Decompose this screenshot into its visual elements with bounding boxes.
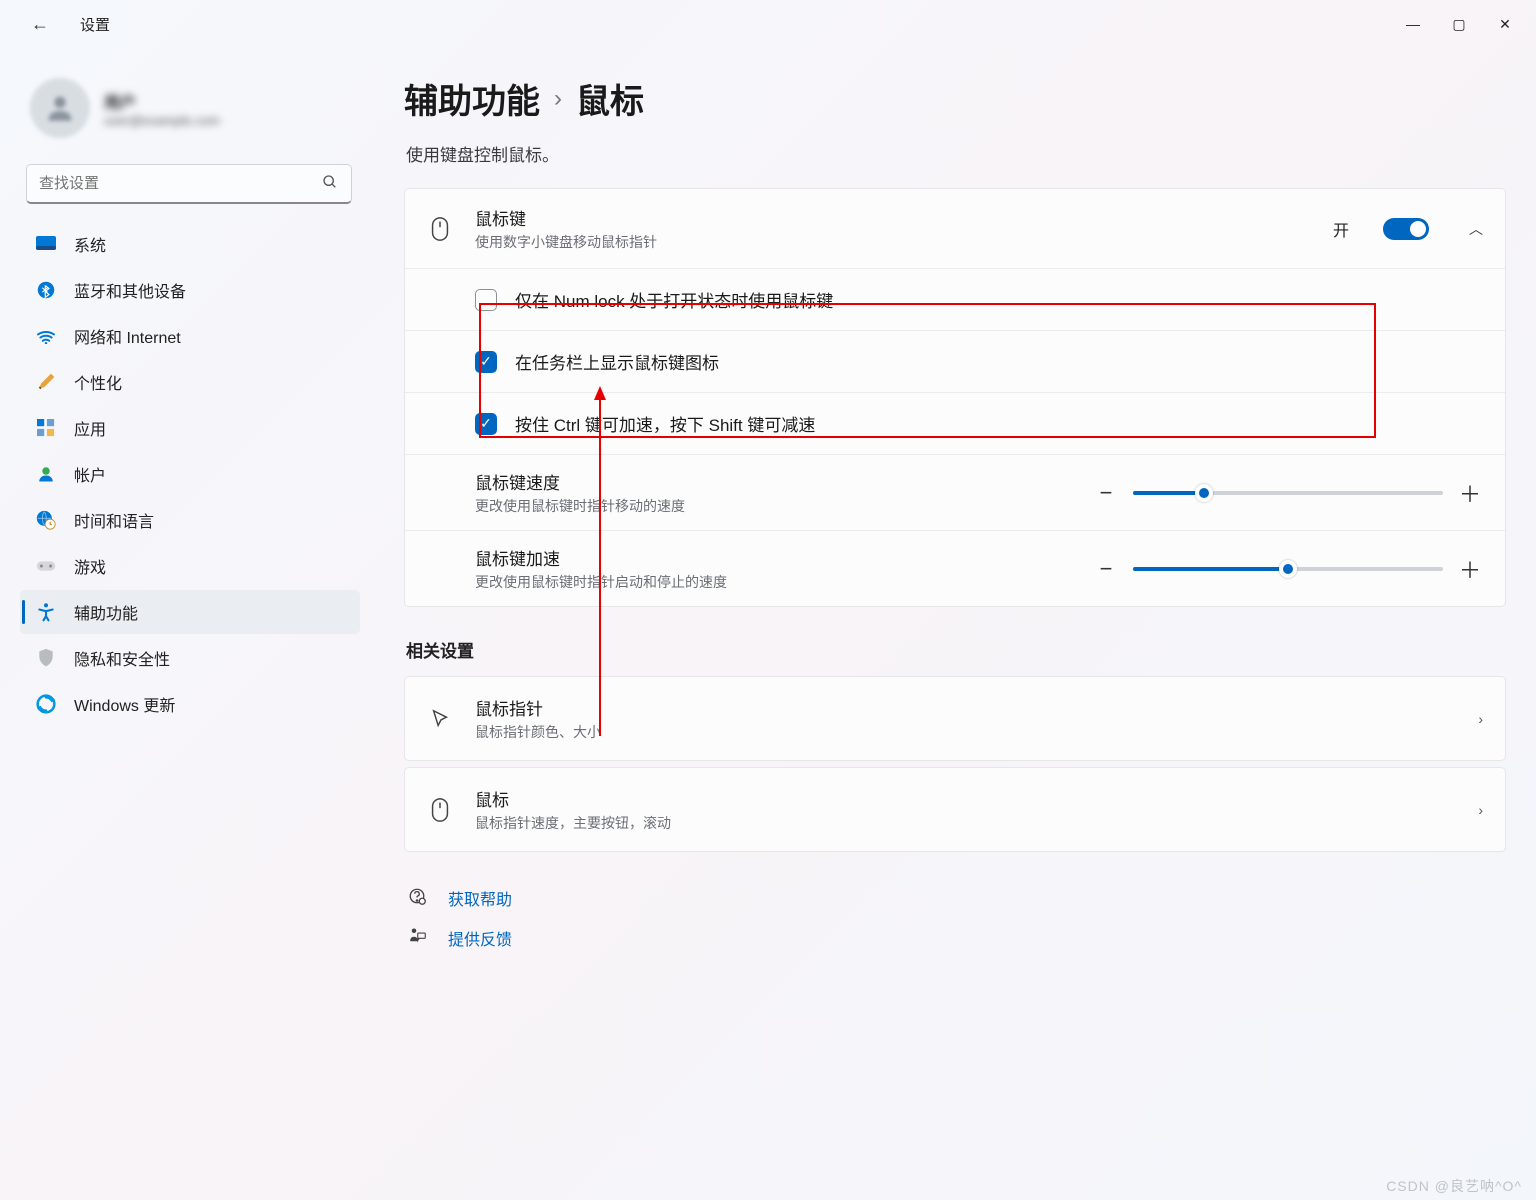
sidebar: 用户 user@example.com 系统 蓝牙和其他设备 网络和 Inter… xyxy=(0,48,370,1200)
ctrl-shift-label: 按住 Ctrl 键可加速，按下 Shift 键可减速 xyxy=(515,411,1483,436)
shield-icon xyxy=(36,648,56,668)
taskbar-row[interactable]: ✓ 在任务栏上显示鼠标键图标 xyxy=(405,330,1505,392)
breadcrumb-current: 鼠标 xyxy=(576,74,644,123)
close-button[interactable]: ✕ xyxy=(1482,8,1528,40)
apps-icon xyxy=(36,418,56,438)
mouse-keys-desc: 使用数字小键盘移动鼠标指针 xyxy=(475,232,1311,252)
chevron-up-icon: ︿ xyxy=(1469,219,1483,239)
get-help-text: 获取帮助 xyxy=(448,886,512,910)
sidebar-item-label: 游戏 xyxy=(74,554,106,578)
feedback-icon xyxy=(408,927,428,950)
breadcrumb: 辅助功能 › 鼠标 xyxy=(404,74,1506,123)
sidebar-item-label: Windows 更新 xyxy=(74,692,175,716)
sidebar-item-label: 帐户 xyxy=(74,462,106,486)
brush-icon xyxy=(36,372,56,392)
sidebar-item-network[interactable]: 网络和 Internet xyxy=(20,314,360,358)
person-icon xyxy=(36,464,56,484)
sidebar-item-bluetooth[interactable]: 蓝牙和其他设备 xyxy=(20,268,360,312)
sidebar-item-label: 辅助功能 xyxy=(74,600,138,624)
profile[interactable]: 用户 user@example.com xyxy=(20,68,360,164)
related-mouse-desc: 鼠标指针速度，主要按钮，滚动 xyxy=(475,813,1456,833)
sidebar-item-privacy[interactable]: 隐私和安全性 xyxy=(20,636,360,680)
app-title: 设置 xyxy=(80,14,110,35)
titlebar: ← 设置 — ▢ ✕ xyxy=(0,0,1536,48)
taskbar-checkbox[interactable]: ✓ xyxy=(475,351,497,373)
breadcrumb-parent[interactable]: 辅助功能 xyxy=(404,74,540,123)
page-subtitle: 使用键盘控制鼠标。 xyxy=(406,141,1506,166)
related-mouse-title: 鼠标 xyxy=(475,786,1456,811)
sidebar-item-accessibility[interactable]: 辅助功能 xyxy=(20,590,360,634)
sidebar-item-apps[interactable]: 应用 xyxy=(20,406,360,450)
numlock-label: 仅在 Num lock 处于打开状态时使用鼠标键 xyxy=(515,287,1483,312)
sidebar-item-label: 应用 xyxy=(74,416,106,440)
accessibility-icon xyxy=(36,602,56,622)
accel-desc: 更改使用鼠标键时指针启动和停止的速度 xyxy=(475,572,1075,592)
bluetooth-icon xyxy=(36,280,56,300)
related-pointer-title: 鼠标指针 xyxy=(475,695,1456,720)
profile-email: user@example.com xyxy=(104,113,220,128)
get-help-link[interactable]: 获取帮助 xyxy=(408,878,1506,918)
speed-title: 鼠标键速度 xyxy=(475,469,1075,494)
minimize-button[interactable]: — xyxy=(1390,8,1436,40)
ctrl-shift-checkbox[interactable]: ✓ xyxy=(475,413,497,435)
toggle-label: 开 xyxy=(1333,217,1349,241)
watermark: CSDN @良艺呐^O^ xyxy=(1386,1176,1522,1196)
related-pointer-desc: 鼠标指针颜色、大小 xyxy=(475,722,1456,742)
accel-title: 鼠标键加速 xyxy=(475,545,1075,570)
related-pointer[interactable]: 鼠标指针 鼠标指针颜色、大小 › xyxy=(404,676,1506,761)
sidebar-item-label: 时间和语言 xyxy=(74,508,154,532)
mouse-keys-toggle[interactable] xyxy=(1383,218,1429,240)
search-icon xyxy=(322,174,338,195)
sidebar-item-label: 个性化 xyxy=(74,370,122,394)
wifi-icon xyxy=(36,326,56,346)
accel-minus[interactable]: − xyxy=(1093,556,1119,582)
speed-plus[interactable]: ＋ xyxy=(1457,477,1483,509)
speed-minus[interactable]: − xyxy=(1093,480,1119,506)
sidebar-item-system[interactable]: 系统 xyxy=(20,222,360,266)
avatar xyxy=(30,78,90,138)
taskbar-label: 在任务栏上显示鼠标键图标 xyxy=(515,349,1483,374)
sidebar-item-label: 系统 xyxy=(74,232,106,256)
globe-clock-icon xyxy=(36,510,56,530)
mouse-keys-title: 鼠标键 xyxy=(475,205,1311,230)
sidebar-item-gaming[interactable]: 游戏 xyxy=(20,544,360,588)
related-mouse[interactable]: 鼠标 鼠标指针速度，主要按钮，滚动 › xyxy=(404,767,1506,852)
numlock-row[interactable]: 仅在 Num lock 处于打开状态时使用鼠标键 xyxy=(405,268,1505,330)
search-input[interactable] xyxy=(26,164,352,204)
sidebar-item-label: 隐私和安全性 xyxy=(74,646,170,670)
chevron-right-icon: › xyxy=(1478,802,1483,818)
sidebar-item-personalization[interactable]: 个性化 xyxy=(20,360,360,404)
main-content: 辅助功能 › 鼠标 使用键盘控制鼠标。 鼠标键 使用数字小键盘移动鼠标指针 开 … xyxy=(370,48,1536,1200)
profile-name: 用户 xyxy=(104,89,220,113)
question-icon xyxy=(408,887,428,910)
maximize-button[interactable]: ▢ xyxy=(1436,8,1482,40)
accel-row: 鼠标键加速 更改使用鼠标键时指针启动和停止的速度 − ＋ xyxy=(405,530,1505,606)
mouse-keys-card: 鼠标键 使用数字小键盘移动鼠标指针 开 ︿ 仅在 Num lock 处于打开状态… xyxy=(404,188,1506,607)
sidebar-item-label: 网络和 Internet xyxy=(74,324,181,348)
update-icon xyxy=(36,694,56,714)
speed-desc: 更改使用鼠标键时指针移动的速度 xyxy=(475,496,1075,516)
mouse-icon xyxy=(427,797,453,823)
ctrl-shift-row[interactable]: ✓ 按住 Ctrl 键可加速，按下 Shift 键可减速 xyxy=(405,392,1505,454)
mouse-icon xyxy=(427,216,453,242)
gamepad-icon xyxy=(36,556,56,576)
monitor-icon xyxy=(36,234,56,254)
accel-plus[interactable]: ＋ xyxy=(1457,553,1483,585)
sidebar-item-time[interactable]: 时间和语言 xyxy=(20,498,360,542)
back-button[interactable]: ← xyxy=(20,4,60,44)
sidebar-item-accounts[interactable]: 帐户 xyxy=(20,452,360,496)
chevron-right-icon: › xyxy=(1478,711,1483,727)
chevron-right-icon: › xyxy=(554,85,562,113)
numlock-checkbox[interactable] xyxy=(475,289,497,311)
speed-row: 鼠标键速度 更改使用鼠标键时指针移动的速度 − ＋ xyxy=(405,454,1505,530)
speed-slider[interactable] xyxy=(1133,491,1443,495)
related-title: 相关设置 xyxy=(406,637,1506,662)
accel-slider[interactable] xyxy=(1133,567,1443,571)
feedback-link[interactable]: 提供反馈 xyxy=(408,918,1506,958)
sidebar-item-label: 蓝牙和其他设备 xyxy=(74,278,186,302)
mouse-keys-header[interactable]: 鼠标键 使用数字小键盘移动鼠标指针 开 ︿ xyxy=(405,189,1505,268)
cursor-icon xyxy=(427,708,453,730)
feedback-text: 提供反馈 xyxy=(448,926,512,950)
sidebar-item-update[interactable]: Windows 更新 xyxy=(20,682,360,726)
